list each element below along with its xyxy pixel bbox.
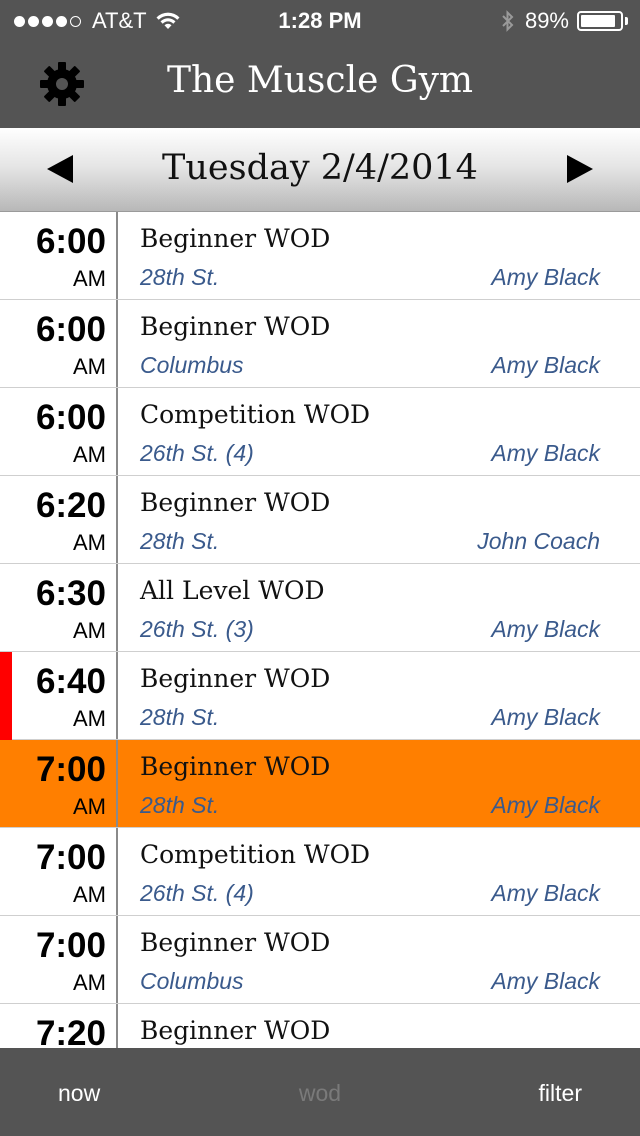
class-coach: Amy Black bbox=[491, 616, 600, 642]
class-time: 6:30 bbox=[35, 574, 106, 613]
class-time: 6:00 bbox=[35, 222, 106, 261]
class-location: 26th St. (3) bbox=[140, 616, 254, 642]
class-location: 28th St. bbox=[140, 704, 220, 730]
class-time: 6:20 bbox=[35, 486, 106, 525]
class-coach: Amy Black bbox=[491, 264, 600, 290]
schedule-row[interactable]: 7:00 AM Competition WOD 26th St. (4) Amy… bbox=[0, 828, 640, 916]
next-day-button[interactable] bbox=[560, 154, 600, 188]
date-navigator: Tuesday 2/4/2014 bbox=[0, 128, 640, 212]
class-location: Columbus bbox=[140, 352, 244, 378]
class-ampm: AM bbox=[73, 354, 106, 379]
class-location: 26th St. (4) bbox=[140, 440, 254, 466]
status-bar: AT&T 1:28 PM 89% bbox=[0, 0, 640, 40]
class-location: 28th St. bbox=[140, 528, 220, 554]
schedule-row[interactable]: 7:00 AM Beginner WOD Columbus Amy Black bbox=[0, 916, 640, 1004]
time-column: 7:00 AM bbox=[0, 916, 118, 1003]
status-right: 89% bbox=[501, 8, 628, 34]
class-ampm: AM bbox=[73, 882, 106, 907]
battery-fill bbox=[581, 15, 615, 27]
schedule-row[interactable]: 6:00 AM Beginner WOD 28th St. Amy Black bbox=[0, 212, 640, 300]
class-ampm: AM bbox=[73, 706, 106, 731]
class-location: 28th St. bbox=[140, 792, 220, 818]
time-column: 6:20 AM bbox=[0, 476, 118, 563]
schedule-row[interactable]: 7:20 Beginner WOD bbox=[0, 1004, 640, 1048]
class-name: All Level WOD bbox=[140, 576, 325, 605]
class-name: Beginner WOD bbox=[140, 488, 331, 517]
time-column: 7:20 bbox=[0, 1004, 118, 1048]
class-name: Beginner WOD bbox=[140, 752, 331, 781]
current-date: Tuesday 2/4/2014 bbox=[162, 148, 478, 188]
class-ampm: AM bbox=[73, 794, 106, 819]
class-name: Beginner WOD bbox=[140, 312, 331, 341]
class-ampm: AM bbox=[73, 266, 106, 291]
time-column: 6:00 AM bbox=[0, 300, 118, 387]
class-name: Beginner WOD bbox=[140, 224, 331, 253]
battery-percent: 89% bbox=[524, 8, 569, 33]
class-ampm: AM bbox=[73, 618, 106, 643]
class-coach: Amy Black bbox=[491, 792, 600, 818]
class-time: 6:40 bbox=[35, 662, 106, 701]
class-coach: Amy Black bbox=[491, 968, 600, 994]
class-name: Competition WOD bbox=[140, 840, 371, 869]
class-coach: Amy Black bbox=[491, 352, 600, 378]
battery-icon bbox=[577, 11, 628, 31]
class-ampm: AM bbox=[73, 970, 106, 995]
tab-filter[interactable]: filter bbox=[539, 1080, 582, 1107]
class-location: 26th St. (4) bbox=[140, 880, 254, 906]
class-time: 6:00 bbox=[35, 310, 106, 349]
time-column: 6:00 AM bbox=[0, 212, 118, 299]
schedule-row[interactable]: 6:20 AM Beginner WOD 28th St. John Coach bbox=[0, 476, 640, 564]
class-location: 28th St. bbox=[140, 264, 220, 290]
bluetooth-icon bbox=[501, 10, 515, 32]
battery-tip bbox=[625, 17, 628, 25]
class-name: Beginner WOD bbox=[140, 928, 331, 957]
app-title: The Muscle Gym bbox=[166, 60, 474, 101]
schedule-row[interactable]: 6:00 AM Beginner WOD Columbus Amy Black bbox=[0, 300, 640, 388]
class-name: Beginner WOD bbox=[140, 664, 331, 693]
time-column: 7:00 AM bbox=[0, 828, 118, 915]
class-coach: Amy Black bbox=[491, 880, 600, 906]
schedule-row[interactable]: 6:40 AM Beginner WOD 28th St. Amy Black bbox=[0, 652, 640, 740]
right-triangle-icon bbox=[566, 154, 594, 189]
schedule-list[interactable]: 6:00 AM Beginner WOD 28th St. Amy Black … bbox=[0, 212, 640, 1048]
time-column: 7:00 AM bbox=[0, 740, 118, 827]
class-coach: Amy Black bbox=[491, 440, 600, 466]
time-column: 6:40 AM bbox=[0, 652, 118, 739]
class-time: 7:00 bbox=[35, 750, 106, 789]
class-name: Beginner WOD bbox=[140, 1016, 331, 1045]
time-column: 6:30 AM bbox=[0, 564, 118, 651]
class-location: Columbus bbox=[140, 968, 244, 994]
class-time: 7:00 bbox=[35, 838, 106, 877]
class-time: 6:00 bbox=[35, 398, 106, 437]
class-time: 7:20 bbox=[35, 1014, 106, 1048]
class-coach: Amy Black bbox=[491, 704, 600, 730]
class-ampm: AM bbox=[73, 530, 106, 555]
time-column: 6:00 AM bbox=[0, 388, 118, 475]
class-coach: John Coach bbox=[477, 528, 600, 554]
battery-body bbox=[577, 11, 623, 31]
class-ampm: AM bbox=[73, 442, 106, 467]
schedule-row-selected[interactable]: 7:00 AM Beginner WOD 28th St. Amy Black bbox=[0, 740, 640, 828]
schedule-row[interactable]: 6:00 AM Competition WOD 26th St. (4) Amy… bbox=[0, 388, 640, 476]
nav-bar: The Muscle Gym bbox=[0, 40, 640, 128]
class-name: Competition WOD bbox=[140, 400, 371, 429]
tab-bar: now wod filter bbox=[0, 1048, 640, 1136]
schedule-row[interactable]: 6:30 AM All Level WOD 26th St. (3) Amy B… bbox=[0, 564, 640, 652]
class-time: 7:00 bbox=[35, 926, 106, 965]
